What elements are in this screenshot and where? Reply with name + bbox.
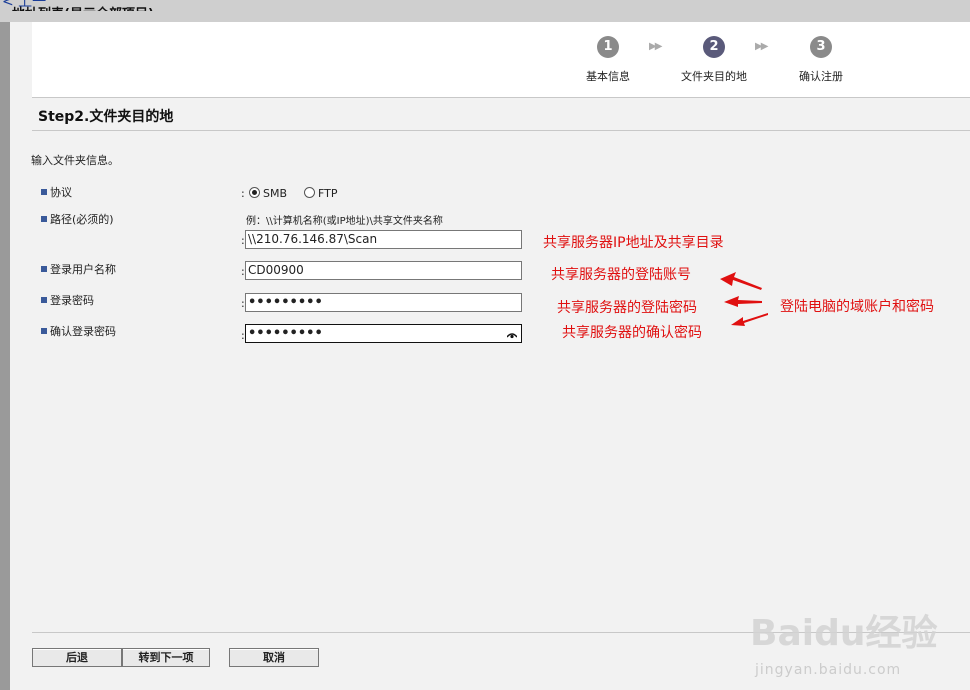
radio-unselected-icon xyxy=(304,187,315,198)
ftp-label: FTP xyxy=(318,187,338,200)
username-label-text: 登录用户名称 xyxy=(50,263,116,276)
protocol-smb-radio[interactable]: SMB xyxy=(249,187,287,200)
next-button[interactable]: 转到下一项 xyxy=(122,648,210,667)
radio-selected-icon xyxy=(249,187,260,198)
step-3-number: 3 xyxy=(810,36,832,58)
step-title: Step2.文件夹目的地 xyxy=(38,109,174,125)
step-2: 2 文件夹目的地 xyxy=(669,36,759,84)
baidu-watermark-logo: Baidu经验 xyxy=(750,613,938,654)
address-list-title: 地址列表(显示全部项目) xyxy=(12,3,154,11)
step-arrow-icon: ▶▶ xyxy=(649,41,662,52)
baidu-watermark-url: jingyan.baidu.com xyxy=(755,662,902,678)
password-label-text: 登录密码 xyxy=(50,294,94,307)
smb-label: SMB xyxy=(263,187,288,200)
back-button[interactable]: 后退 xyxy=(32,648,122,667)
path-label-text: 路径(必须的) xyxy=(50,213,114,226)
step-1: 1 基本信息 xyxy=(563,36,653,84)
step-arrow-icon: ▶▶ xyxy=(755,41,768,52)
confirm-password-input[interactable]: ••••••••• xyxy=(245,324,522,343)
bullet-icon xyxy=(41,216,47,222)
step-1-label: 基本信息 xyxy=(586,70,630,83)
step-2-label: 文件夹目的地 xyxy=(681,70,747,83)
step-3-label: 确认注册 xyxy=(799,70,843,83)
colon: : xyxy=(241,187,245,200)
protocol-label-text: 协议 xyxy=(50,186,72,199)
annotation-arrows-icon xyxy=(720,272,768,326)
dialog: 1 基本信息 ▶▶ 2 文件夹目的地 ▶▶ 3 确认注册 Step2.文件夹目的… xyxy=(10,22,970,690)
path-input[interactable]: \\210.76.146.87\Scan xyxy=(245,230,522,249)
bullet-icon xyxy=(41,328,47,334)
confirm-password-label: 确认登录密码 xyxy=(41,323,116,339)
annotation-domain: 登陆电脑的域账户和密码 xyxy=(780,299,934,315)
annotation-password: 共享服务器的登陆密码 xyxy=(557,300,697,316)
username-label: 登录用户名称 xyxy=(41,261,116,277)
intro-text: 输入文件夹信息。 xyxy=(31,154,119,167)
step-3: 3 确认注册 xyxy=(776,36,866,84)
protocol-label: 协议 xyxy=(41,184,72,200)
bullet-icon xyxy=(41,266,47,272)
cancel-button[interactable]: 取消 xyxy=(229,648,319,667)
path-label: 路径(必须的) xyxy=(41,211,114,227)
eye-icon[interactable] xyxy=(506,329,518,346)
step-1-number: 1 xyxy=(597,36,619,58)
confirm-password-value: ••••••••• xyxy=(248,326,323,341)
annotation-confirm: 共享服务器的确认密码 xyxy=(562,325,702,341)
step-header: 1 基本信息 ▶▶ 2 文件夹目的地 ▶▶ 3 确认注册 xyxy=(32,22,970,98)
bullet-icon xyxy=(41,297,47,303)
confirm-label-text: 确认登录密码 xyxy=(50,325,116,338)
password-label: 登录密码 xyxy=(41,292,94,308)
annotation-username: 共享服务器的登陆账号 xyxy=(551,267,691,283)
username-input[interactable]: CD00900 xyxy=(245,261,522,280)
bullet-icon xyxy=(41,189,47,195)
protocol-ftp-radio[interactable]: FTP xyxy=(304,187,338,200)
background-window: < 上一 地址列表(显示全部项目) xyxy=(0,0,970,22)
path-example: 例：\\计算机名称(或IP地址)\共享文件夹名称 xyxy=(246,216,443,227)
background-left-strip xyxy=(0,22,10,690)
annotation-path: 共享服务器IP地址及共享目录 xyxy=(543,235,724,251)
step-title-bar: Step2.文件夹目的地 xyxy=(32,98,970,131)
password-input[interactable]: ••••••••• xyxy=(245,293,522,312)
step-2-number: 2 xyxy=(703,36,725,58)
